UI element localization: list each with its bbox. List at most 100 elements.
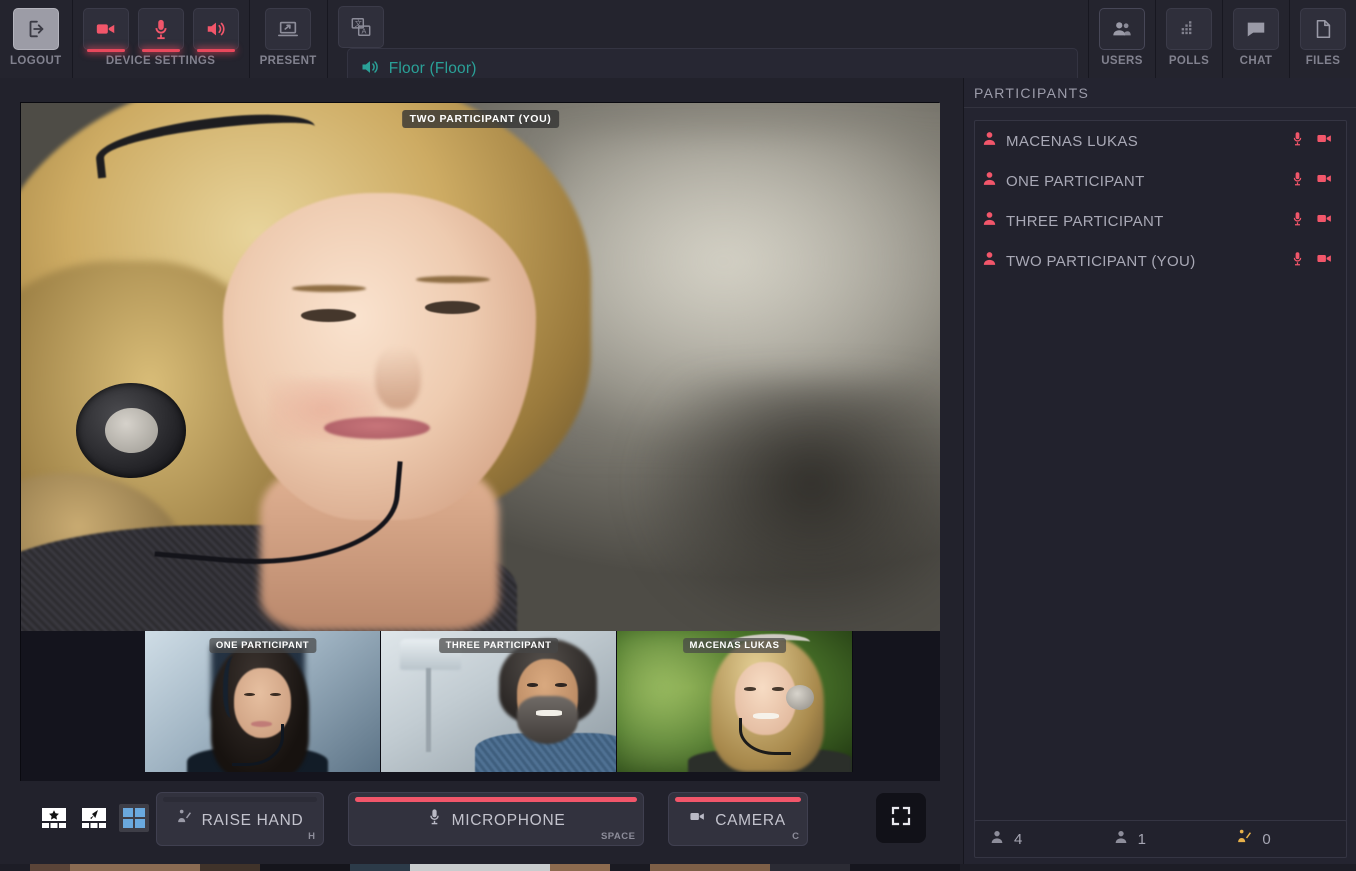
camera-shortcut: C: [792, 831, 799, 842]
main-video-tile[interactable]: TWO PARTICIPANT (YOU): [21, 103, 940, 631]
video-camera-icon[interactable]: [1315, 210, 1334, 232]
thumbnail-tile[interactable]: ONE PARTICIPANT: [145, 631, 381, 772]
video-camera-icon[interactable]: [1315, 250, 1334, 272]
raise-hand-icon: [1236, 828, 1253, 850]
polls-icon: [1178, 18, 1200, 40]
thumbnail-label: ONE PARTICIPANT: [209, 638, 316, 653]
participant-status-icons: [1290, 130, 1334, 152]
camera-button[interactable]: CAMERA C: [668, 792, 808, 846]
logout-icon: [25, 18, 47, 40]
layout-switcher: [35, 797, 153, 839]
top-toolbar: LOGOUT: [0, 0, 1356, 78]
person-icon: [1113, 829, 1129, 850]
microphone-icon: [150, 18, 172, 40]
camera-settings-button[interactable]: [83, 8, 129, 50]
raise-hand-button[interactable]: RAISE HAND H: [156, 792, 324, 846]
video-camera-icon[interactable]: [1315, 130, 1334, 152]
thumbnail-tile[interactable]: THREE PARTICIPANT: [381, 631, 617, 772]
participant-row[interactable]: ONE PARTICIPANT: [975, 161, 1346, 201]
logout-label: LOGOUT: [10, 55, 62, 67]
participants-title: PARTICIPANTS: [974, 85, 1089, 101]
polls-button[interactable]: [1166, 8, 1212, 50]
person-icon: [981, 250, 998, 272]
raise-hand-accent: [163, 797, 317, 802]
toolbar-group-polls: POLLS: [1156, 0, 1223, 78]
participants-list: MACENAS LUKAS: [974, 120, 1347, 842]
video-camera-icon: [95, 18, 117, 40]
speaker-icon: [205, 18, 227, 40]
raise-hand-label: RAISE HAND: [202, 812, 304, 830]
participant-status-icons: [1290, 250, 1334, 272]
microphone-button[interactable]: MICROPHONE SPACE: [348, 792, 644, 846]
person-icon: [981, 130, 998, 152]
thumbnail-label: THREE PARTICIPANT: [439, 638, 559, 653]
microphone-settings-button[interactable]: [138, 8, 184, 50]
toolbar-group-logout: LOGOUT: [0, 0, 73, 78]
polls-label: POLLS: [1169, 55, 1209, 67]
participant-count-stat: 4: [975, 829, 1099, 850]
participants-status-bar: 4 1 0: [974, 820, 1347, 858]
raise-hand-shortcut: H: [308, 831, 315, 842]
toolbar-group-device-settings: DEVICE SETTINGS: [73, 0, 250, 78]
layout-grid-view-icon: [122, 807, 146, 829]
participant-name: MACENAS LUKAS: [1006, 133, 1290, 150]
listener-count-value: 1: [1138, 831, 1146, 848]
files-button[interactable]: [1300, 8, 1346, 50]
camera-accent: [675, 797, 801, 802]
video-camera-icon[interactable]: [1315, 170, 1334, 192]
participant-name: ONE PARTICIPANT: [1006, 173, 1290, 190]
toolbar-group-files: FILES: [1290, 0, 1356, 78]
participants-panel: PARTICIPANTS MACENAS LUKAS: [963, 78, 1356, 871]
person-icon: [981, 210, 998, 232]
chat-button[interactable]: [1233, 8, 1279, 50]
raised-hand-count-value: 0: [1262, 831, 1270, 848]
microphone-icon[interactable]: [1290, 250, 1305, 272]
present-screen-icon: [277, 18, 299, 40]
chat-label: CHAT: [1240, 55, 1273, 67]
layout-grid-view-button[interactable]: [119, 804, 149, 832]
microphone-label: MICROPHONE: [452, 812, 566, 830]
toolbar-group-present: PRESENT: [250, 0, 328, 78]
background-window-sliver: [0, 864, 1356, 871]
speaker-settings-button[interactable]: [193, 8, 239, 50]
participant-name: TWO PARTICIPANT (YOU): [1006, 253, 1290, 270]
layout-pinned-view-icon: [81, 807, 107, 829]
video-camera-icon: [689, 808, 706, 830]
participant-row[interactable]: THREE PARTICIPANT: [975, 201, 1346, 241]
microphone-shortcut: SPACE: [601, 831, 636, 842]
participant-status-icons: [1290, 210, 1334, 232]
file-icon: [1312, 18, 1334, 40]
chat-icon: [1245, 18, 1267, 40]
listener-count-stat: 1: [1099, 829, 1223, 850]
participant-count-value: 4: [1014, 831, 1022, 848]
video-stage: TWO PARTICIPANT (YOU) ONE PARTICIPANT: [0, 78, 963, 871]
participant-row[interactable]: TWO PARTICIPANT (YOU): [975, 241, 1346, 281]
layout-speaker-view-button[interactable]: [39, 804, 69, 832]
camera-label: CAMERA: [715, 812, 786, 830]
thumbnail-label: MACENAS LUKAS: [683, 638, 787, 653]
present-label: PRESENT: [260, 55, 317, 67]
thumbnail-tile[interactable]: MACENAS LUKAS: [617, 631, 853, 772]
files-label: FILES: [1306, 55, 1341, 67]
toolbar-group-users: USERS: [1089, 0, 1156, 78]
microphone-icon[interactable]: [1290, 130, 1305, 152]
microphone-icon[interactable]: [1290, 210, 1305, 232]
person-icon: [981, 170, 998, 192]
participant-row[interactable]: MACENAS LUKAS: [975, 121, 1346, 161]
layout-pinned-view-button[interactable]: [79, 804, 109, 832]
raise-hand-icon: [176, 808, 193, 830]
present-button[interactable]: [265, 8, 311, 50]
fullscreen-button[interactable]: [876, 793, 926, 843]
toolbar-group-chat: CHAT: [1223, 0, 1290, 78]
audio-channel-value: Floor (Floor): [389, 60, 477, 78]
participant-name: THREE PARTICIPANT: [1006, 213, 1290, 230]
logout-button[interactable]: [13, 8, 59, 50]
microphone-accent: [355, 797, 637, 802]
participant-status-icons: [1290, 170, 1334, 192]
translate-button[interactable]: 文 A: [338, 6, 384, 48]
layout-speaker-view-icon: [41, 807, 67, 829]
users-button[interactable]: [1099, 8, 1145, 50]
svg-text:A: A: [361, 26, 366, 35]
microphone-icon[interactable]: [1290, 170, 1305, 192]
person-icon: [989, 829, 1005, 850]
